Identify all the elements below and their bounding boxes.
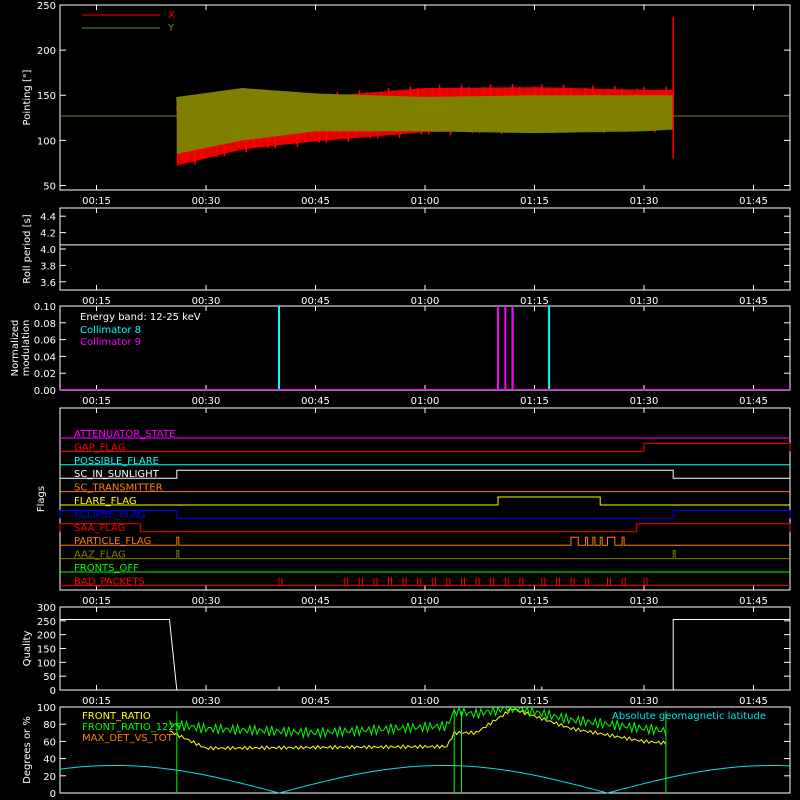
y-tick-label: 50 [43, 181, 56, 192]
y-tick-label: 80 [43, 720, 56, 731]
y-tick-label: 250 [37, 617, 56, 628]
x-tick-label: 01:30 [630, 396, 659, 407]
x-tick-label: 01:15 [520, 296, 549, 307]
y-tick-label: 3.6 [40, 278, 56, 289]
x-tick-label: 01:00 [411, 396, 440, 407]
y-tick-label: 100 [37, 658, 56, 669]
legend-label: MAX_DET_VS_TOT [82, 733, 174, 744]
x-tick-label: 00:30 [192, 696, 221, 707]
x-tick-label: 01:00 [411, 196, 440, 207]
y-tick-label: 200 [37, 46, 56, 57]
y-tick-label: 0 [50, 686, 56, 697]
rhessi-quicklook-figure: 00:15 00:30 00:45 01:00 01:15 01:30 01:45 50 100… [0, 0, 800, 800]
y-tick-label: 0 [50, 789, 56, 800]
x-tick-label: 01:45 [739, 196, 768, 207]
x-tick-label: 01:30 [630, 196, 659, 207]
x-tick-label: 00:15 [82, 396, 111, 407]
legend-right-label: Absolute geomagnetic latitude [612, 711, 766, 722]
y-tick-label: 0.10 [34, 302, 56, 313]
y-tick-label: 0.06 [34, 336, 56, 347]
x-tick-label: 01:15 [520, 396, 549, 407]
x-tick-label: 00:30 [192, 296, 221, 307]
y-axis-label: Degrees or % [22, 716, 33, 784]
x-tick-label: 01:15 [520, 596, 549, 607]
x-tick-label: 00:45 [301, 396, 330, 407]
legend-label: Y [167, 23, 175, 34]
x-tick-label: 00:15 [82, 196, 111, 207]
x-tick-label: 01:00 [411, 696, 440, 707]
legend-label: Collimator 8 [80, 325, 141, 336]
flag-label: SAA_FLAG [74, 523, 125, 534]
y-tick-label: 0.08 [34, 319, 56, 330]
x-tick-label: 01:15 [520, 196, 549, 207]
x-tick-label: 01:30 [630, 696, 659, 707]
y-axis-label: Normalizedmodulation [10, 320, 32, 377]
x-tick-label: 00:45 [301, 696, 330, 707]
energy-band-annotation: Energy band: 12-25 keV [80, 312, 201, 323]
flag-label: ECLIPSE_FLAG [74, 509, 145, 520]
x-tick-label: 00:30 [192, 396, 221, 407]
legend-label: FRONT_RATIO_1225 [82, 722, 181, 733]
y-tick-label: 20 [43, 772, 56, 783]
y-axis-label: Roll period [s] [22, 214, 33, 283]
y-tick-label: 0.04 [34, 352, 56, 363]
legend-label: FRONT_RATIO [82, 711, 151, 722]
y-tick-label: 300 [37, 603, 56, 614]
y-tick-label: 0.02 [34, 369, 56, 380]
y-tick-label: 40 [43, 755, 56, 766]
x-tick-label: 00:45 [301, 196, 330, 207]
x-tick-label: 00:15 [82, 696, 111, 707]
x-tick-label: 00:45 [301, 596, 330, 607]
y-tick-label: 4.2 [40, 229, 56, 240]
x-tick-label: 01:45 [739, 696, 768, 707]
y-tick-label: 250 [37, 1, 56, 12]
y-tick-label: 50 [43, 672, 56, 683]
x-tick-label: 00:15 [82, 296, 111, 307]
x-tick-label: 01:45 [739, 596, 768, 607]
y-tick-label: 3.8 [40, 261, 56, 272]
x-tick-label: 00:15 [82, 596, 111, 607]
y-tick-label: 100 [37, 136, 56, 147]
x-tick-label: 01:15 [520, 696, 549, 707]
y-axis-label: Flags [36, 486, 47, 512]
y-axis-label: Pointing ["] [22, 69, 33, 125]
x-tick-label: 01:00 [411, 596, 440, 607]
y-tick-label: 0.00 [34, 386, 56, 397]
y-tick-label: 200 [37, 631, 56, 642]
x-tick-label: 01:00 [411, 296, 440, 307]
x-tick-label: 00:45 [301, 296, 330, 307]
x-tick-label: 01:45 [739, 396, 768, 407]
y-axis-label: Quality [22, 631, 33, 667]
y-tick-label: 100 [37, 703, 56, 714]
legend-label: Collimator 9 [80, 337, 141, 348]
y-tick-label: 150 [37, 91, 56, 102]
y-tick-label: 60 [43, 737, 56, 748]
y-tick-label: 150 [37, 645, 56, 656]
x-tick-label: 00:30 [192, 596, 221, 607]
x-tick-label: 01:30 [630, 596, 659, 607]
legend-label: X [168, 10, 175, 21]
y-tick-label: 4.0 [40, 245, 56, 256]
x-tick-label: 00:30 [192, 196, 221, 207]
y-tick-label: 4.4 [40, 212, 56, 223]
x-tick-label: 01:45 [739, 296, 768, 307]
x-tick-label: 01:30 [630, 296, 659, 307]
